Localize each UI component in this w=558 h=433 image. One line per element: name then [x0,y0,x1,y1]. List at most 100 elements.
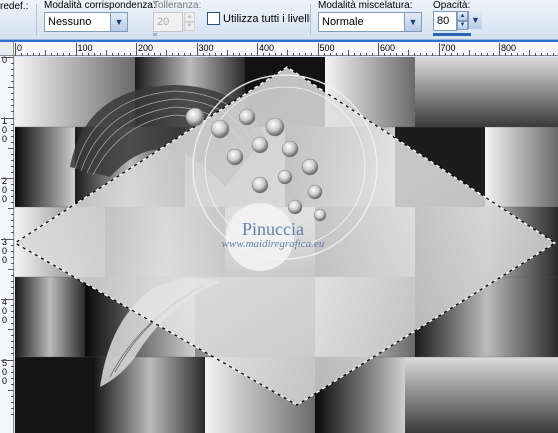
ruler-tick [11,256,14,258]
ruler-tick [196,43,198,56]
match-mode-dropdown[interactable]: Nessuno ▼ [44,12,128,32]
ruler-tick [329,53,331,56]
ruler-tick [160,53,162,56]
ruler-tick [11,81,14,83]
ruler-tick [111,53,113,56]
ruler-tick [184,53,186,56]
ruler-tick [456,53,458,56]
ruler-tick [51,53,53,56]
ruler-tick [87,53,89,56]
ruler-tick [11,371,14,373]
chevron-down-icon[interactable]: ▼ [468,11,482,29]
ruler-tick [15,43,16,56]
ruler-tick [63,53,65,56]
toolbar-separator [310,4,311,36]
vertical-ruler: 01 0 02 0 03 0 04 0 05 0 0 [0,56,14,433]
ruler-tick [148,53,150,56]
spin-up-icon[interactable]: ▲ [184,12,195,22]
ruler-tick [474,53,476,56]
ruler-corner [0,42,14,56]
ruler-tick [335,53,337,56]
ruler-tick [396,53,398,56]
image-canvas[interactable]: Pinuccia www.maidiregrafica.eu [15,57,558,433]
ruler-top-label: 0 [17,43,23,53]
ruler-tick [8,147,14,149]
ruler-tick [75,43,77,56]
ruler-tick [81,53,83,56]
ruler-tick [11,365,14,367]
ruler-tick [11,111,14,113]
ruler-tick [8,329,14,331]
ruler-tick [11,99,14,101]
ruler-tick [178,53,180,56]
ruler-tick [11,311,14,313]
ruler-tick [244,53,246,56]
tolerance-spinner[interactable]: ▲ ▼ [184,12,195,31]
tolerance-slider[interactable] [153,33,157,36]
ruler-tick [408,50,410,56]
ruler-tick [123,53,125,56]
ruler-tick [21,53,23,56]
ruler-tick [11,153,14,155]
ruler-tick [11,171,14,173]
ruler-tick [11,341,14,343]
ruler-tick [378,43,379,56]
all-layers-checkbox[interactable] [207,12,220,25]
spin-down-icon[interactable]: ▼ [184,21,195,31]
ruler-tick [11,413,14,415]
ruler-top-label: 600 [380,43,396,53]
opacity-spinner[interactable]: ▲ ▼ [457,11,468,30]
ruler-tick [11,347,14,349]
ruler-tick [11,220,14,222]
ruler-tick [11,123,14,125]
tool-options-bar: redef.: Modalità corrispondenza: Nessuno… [0,0,558,40]
ruler-tick [450,53,452,56]
ruler-tick [136,43,137,56]
opacity-dropdown[interactable]: ▼ [468,11,482,31]
ruler-tick [11,274,14,276]
ruler-tick [11,129,14,131]
ruler-tick [208,53,210,56]
ruler-tick [11,63,14,65]
ruler-tick [426,53,428,56]
blend-mode-dropdown[interactable]: Normale ▼ [318,12,422,32]
tolerance-input[interactable]: 20 [153,12,183,32]
ruler-tick [347,50,349,56]
spin-down-icon[interactable]: ▼ [457,20,468,30]
ruler-tick [1,238,14,240]
opacity-input[interactable]: 80 [433,11,457,31]
ruler-tick [11,305,14,307]
ruler-tick [27,53,29,56]
ruler-tick [11,135,14,137]
ruler-tick [11,335,14,337]
ruler-tick [257,43,258,56]
ruler-tick [438,43,440,56]
ruler-tick [371,53,373,56]
ruler-tick [311,53,313,56]
ruler-top-label: 200 [138,43,154,53]
ruler-tick [1,57,14,58]
chevron-down-icon[interactable]: ▼ [110,13,127,31]
ruler-tick [287,50,289,56]
ruler-tick [511,53,513,56]
ruler-tick [11,75,14,77]
ruler-left-label: 3 0 0 [2,236,8,265]
match-mode-label: Modalità corrispondenza: [44,0,156,11]
ruler-tick [11,159,14,161]
ruler-tick [11,353,14,355]
spin-up-icon[interactable]: ▲ [457,11,468,21]
ruler-tick [220,53,222,56]
opacity-label: Opacità: [433,0,471,11]
ruler-tick [11,262,14,264]
ruler-top-label: 100 [77,43,93,53]
ruler-tick [11,69,14,71]
opacity-slider[interactable] [433,33,471,36]
ruler-tick [250,53,252,56]
match-mode-value: Nessuno [48,16,92,28]
preset-label: redef.: [0,1,29,12]
ruler-tick [11,377,14,379]
ruler-tick [275,53,277,56]
ruler-tick [462,53,464,56]
ruler-tick [341,53,343,56]
chevron-down-icon[interactable]: ▼ [404,13,421,31]
